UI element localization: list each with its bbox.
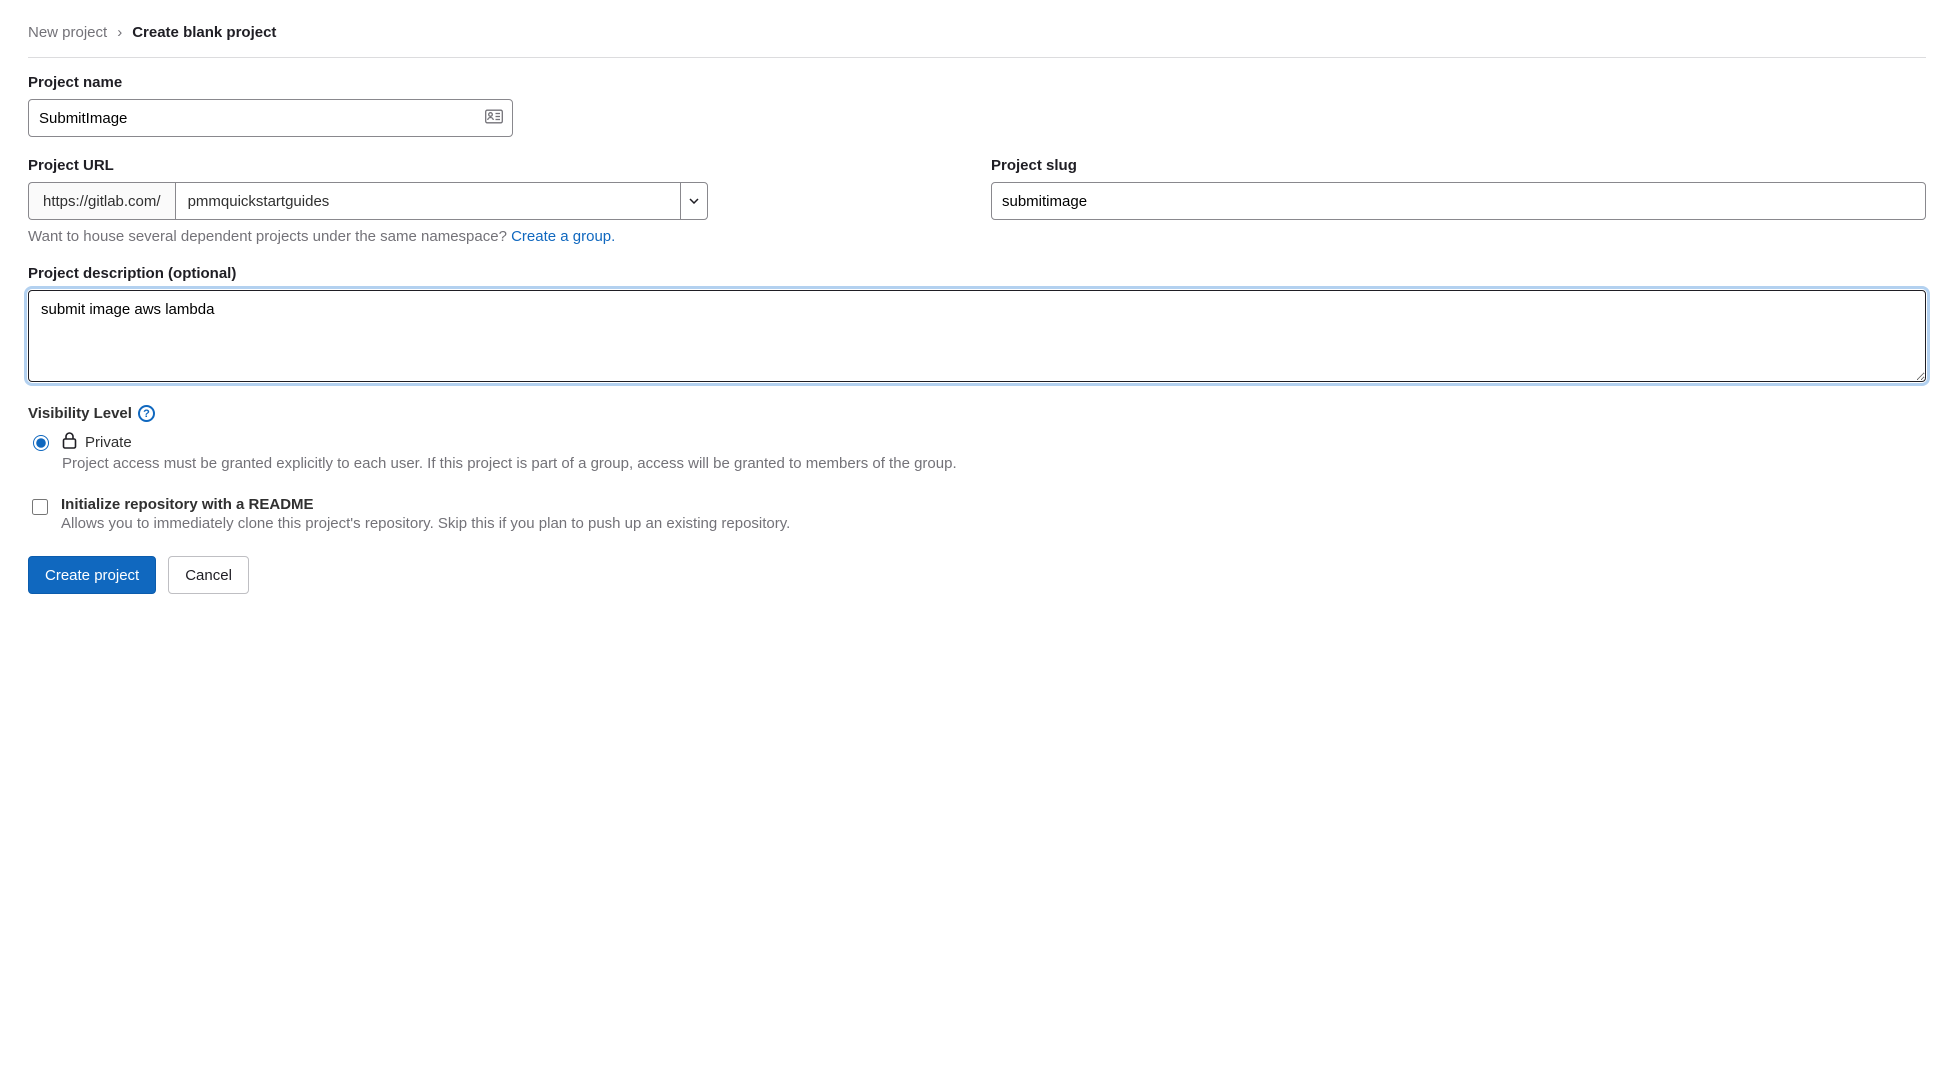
help-icon[interactable]: ? (138, 405, 155, 422)
namespace-select[interactable]: pmmquickstartguides (175, 182, 708, 220)
contact-card-icon (485, 110, 503, 127)
project-name-label: Project name (28, 74, 1926, 91)
breadcrumb: New project › Create blank project (28, 24, 1926, 58)
project-description-input[interactable]: submit image aws lambda (28, 290, 1926, 382)
create-group-link[interactable]: Create a group. (511, 228, 615, 245)
breadcrumb-parent[interactable]: New project (28, 24, 107, 41)
visibility-private-radio[interactable] (33, 435, 49, 451)
namespace-value: pmmquickstartguides (175, 182, 680, 220)
lock-icon (62, 432, 77, 453)
project-name-input[interactable] (28, 99, 513, 137)
chevron-right-icon: › (117, 24, 122, 41)
initialize-readme-title: Initialize repository with a README (61, 496, 790, 513)
visibility-private-title: Private (85, 434, 132, 451)
breadcrumb-current: Create blank project (132, 24, 276, 41)
create-project-button[interactable]: Create project (28, 556, 156, 594)
project-slug-label: Project slug (991, 157, 1926, 174)
project-url-label: Project URL (28, 157, 963, 174)
visibility-private-desc: Project access must be granted explicitl… (62, 455, 957, 472)
group-hint-text: Want to house several dependent projects… (28, 228, 511, 245)
project-slug-input[interactable] (991, 182, 1926, 220)
chevron-down-icon (680, 182, 708, 220)
cancel-button[interactable]: Cancel (168, 556, 249, 594)
project-description-label: Project description (optional) (28, 265, 1926, 282)
initialize-readme-desc: Allows you to immediately clone this pro… (61, 515, 790, 532)
visibility-label: Visibility Level (28, 405, 132, 422)
project-url-base: https://gitlab.com/ (28, 182, 175, 220)
initialize-readme-checkbox[interactable] (32, 499, 48, 515)
